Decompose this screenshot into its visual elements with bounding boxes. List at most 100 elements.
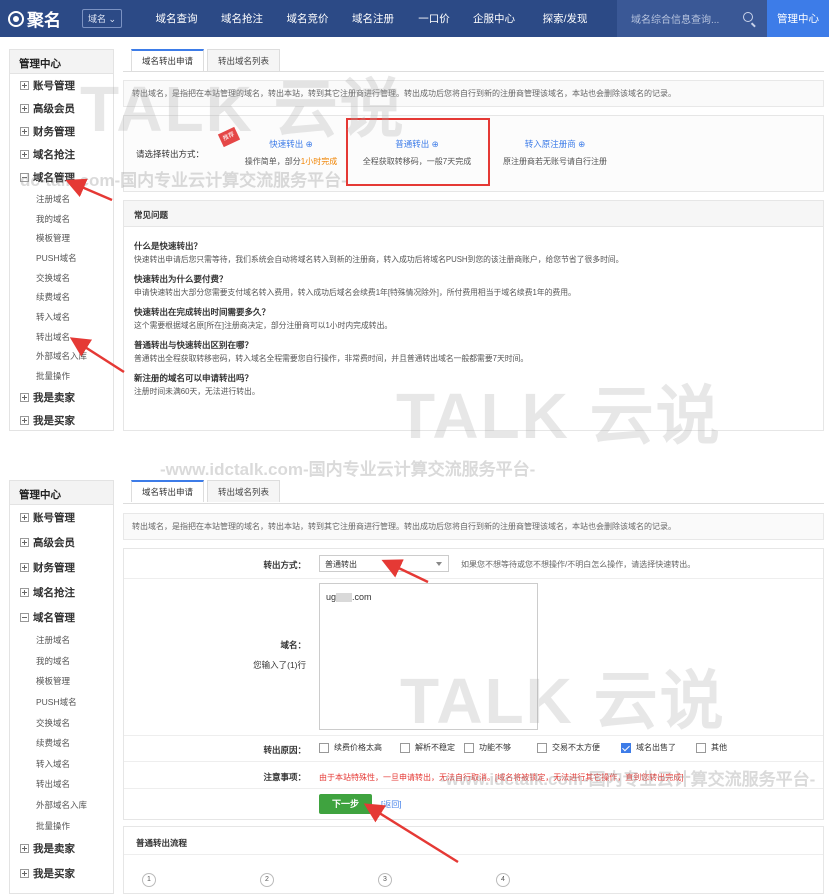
sidebar-group-label: 高级会员 (33, 537, 75, 549)
sidebar-item[interactable]: 我的域名 (10, 209, 113, 229)
transfer-method-select[interactable]: 普通转出 (319, 555, 449, 572)
nav-management-center[interactable]: 管理中心 (767, 0, 829, 37)
sidebar-group[interactable]: 财务管理 (10, 120, 113, 143)
method-hint: 如果您不想等待或您不想操作/不明白怎么操作，请选择快速转出。 (461, 560, 696, 569)
sidebar-group[interactable]: 我是卖家 (10, 386, 113, 409)
sidebar-item[interactable]: 外部域名入库 (10, 795, 113, 816)
sidebar-item[interactable]: 转出域名 (10, 327, 113, 347)
sidebar-item[interactable]: 转入域名 (10, 754, 113, 775)
watermark-url: -www.idctalk.com-国内专业云计算交流服务平台- (160, 460, 536, 479)
main-nav: 域名查询 域名抢注 域名竞价 域名注册 一口价 企服中心 探索/发现 (144, 11, 604, 26)
checkbox-icon[interactable] (400, 742, 410, 753)
sidebar-title: 管理中心 (10, 481, 113, 505)
sidebar-item[interactable]: PUSH域名 (10, 248, 113, 268)
sidebar-item[interactable]: 模板管理 (10, 228, 113, 248)
sidebar-item[interactable]: 交换域名 (10, 268, 113, 288)
reason-checkbox[interactable]: 其他 (696, 742, 727, 753)
nav-item[interactable]: 域名查询 (144, 11, 209, 26)
nav-item[interactable]: 企服中心 (462, 11, 526, 26)
checkbox-icon[interactable] (696, 742, 706, 753)
flow-step: 1 (142, 873, 162, 887)
tab-transfer-list[interactable]: 转出域名列表 (207, 480, 281, 502)
domain-type-dropdown[interactable]: 域名 ⌄ (82, 9, 123, 28)
reason-checkbox[interactable]: 域名出售了 (621, 742, 676, 753)
sidebar-item[interactable]: 转入域名 (10, 307, 113, 327)
sidebar-group[interactable]: 我是买家 (10, 409, 113, 430)
sidebar-group[interactable]: 高级会员 (10, 97, 113, 120)
option-fast-transfer[interactable]: 快速转出 ⊕ 操作简单，部分1小时完成 (226, 138, 356, 167)
sidebar-item[interactable]: 注册域名 (10, 189, 113, 209)
option-desc: 原注册商若无账号请自行注册 (503, 157, 607, 166)
nav-item[interactable]: 域名注册 (340, 11, 406, 26)
flow-step: 4 (496, 873, 516, 887)
sidebar-group[interactable]: 财务管理 (10, 555, 113, 580)
expand-icon (20, 104, 29, 113)
search-icon[interactable] (743, 12, 753, 22)
sidebar-group[interactable]: 域名管理 (10, 605, 113, 630)
back-link[interactable]: [返回] (381, 799, 401, 810)
notes-row: 注意事项： 由于本站特殊性，一旦申请转出，无法自行取消。[域名将被锁定，无法进行… (124, 762, 823, 789)
sidebar-item[interactable]: 批量操作 (10, 815, 113, 836)
domain-text: .com (352, 592, 372, 602)
nav-item[interactable]: 探索/发现 (526, 11, 604, 26)
sidebar-group[interactable]: 账号管理 (10, 74, 113, 97)
checkbox-icon[interactable] (319, 742, 329, 753)
sidebar-item[interactable]: 续费域名 (10, 733, 113, 754)
reason-row: 转出原因： 续费价格太高 解析不稳定 功能不够 交易不太方便 域名出售了 其他 (124, 736, 823, 762)
sidebar-item[interactable]: 注册域名 (10, 630, 113, 651)
sidebar-item[interactable]: 续费域名 (10, 287, 113, 307)
sidebar-group[interactable]: 域名抢注 (10, 580, 113, 605)
search-input[interactable]: 域名综合信息查询... (617, 0, 767, 37)
sidebar-group[interactable]: 我是买家 (10, 861, 113, 886)
logo-icon (8, 10, 24, 27)
nav-item[interactable]: 一口价 (406, 11, 462, 26)
sidebar-group-label: 我是买家 (33, 867, 75, 880)
faq-answer: 注册时间未满60天，无法进行转出。 (134, 387, 260, 396)
sidebar-item[interactable]: 交换域名 (10, 712, 113, 733)
sidebar-item[interactable]: 转出域名 (10, 774, 113, 795)
sidebar-group[interactable]: 我是卖家 (10, 836, 113, 861)
nav-item[interactable]: 域名抢注 (209, 11, 275, 26)
transfer-notice: 转出域名，是指把在本站管理的域名，转出本站，转到其它注册商进行管理。转出成功后您… (123, 80, 824, 107)
tab-transfer-apply[interactable]: 域名转出申请 (131, 480, 205, 502)
sidebar-title: 管理中心 (10, 50, 113, 74)
sidebar-item[interactable]: 外部域名入库 (10, 347, 113, 367)
option-original-registrar[interactable]: 转入原注册商 ⊕ 原注册商若无账号请自行注册 (490, 138, 620, 167)
sidebar-group[interactable]: 域名抢注 (10, 143, 113, 166)
reason-label-text: 交易不太方便 (552, 743, 600, 752)
reason-checkbox[interactable]: 解析不稳定 (400, 742, 455, 753)
sidebar-group[interactable]: 域名管理 (10, 166, 113, 189)
sidebar-group-label: 财务管理 (33, 562, 75, 574)
tab-transfer-apply[interactable]: 域名转出申请 (131, 49, 205, 71)
option-desc: 操作简单，部分 (244, 157, 301, 166)
step-number: 3 (378, 873, 392, 887)
sidebar-group[interactable]: 高级会员 (10, 530, 113, 555)
domain-label: 域名： (280, 640, 306, 650)
nav-item[interactable]: 域名竞价 (275, 11, 340, 26)
reason-checkbox[interactable]: 续费价格太高 (319, 742, 382, 753)
checkbox-checked-icon[interactable] (621, 742, 631, 753)
checkbox-icon[interactable] (464, 742, 474, 753)
sidebar: 管理中心 账号管理高级会员财务管理域名抢注域名管理 注册域名 我的域名 模板管理 PUSH… (9, 480, 114, 894)
site-logo[interactable]: 聚名 (0, 0, 80, 37)
domain-line-count: 您输入了(1)行 (253, 660, 306, 670)
sidebar-item[interactable]: 模板管理 (10, 671, 113, 692)
option-title: 转入原注册商 ⊕ (524, 139, 586, 149)
sidebar-group-label: 域名抢注 (33, 587, 75, 599)
faq-answer: 申请快速转出大部分您需要支付域名转入费用，转入成功后域名会续费1年[特殊情况除外… (134, 288, 576, 297)
next-step-button[interactable]: 下一步 (319, 794, 372, 814)
checkbox-icon[interactable] (537, 742, 547, 753)
reason-checkbox[interactable]: 交易不太方便 (537, 742, 600, 753)
faq-question: 快速转出在完成转出时间需要多久？ (134, 307, 271, 317)
notes-label: 注意事项： (263, 772, 306, 782)
sidebar-item[interactable]: PUSH域名 (10, 692, 113, 713)
sidebar-item[interactable]: 批量操作 (10, 366, 113, 386)
option-desc-highlight: 1小时完成 (300, 157, 338, 166)
tab-transfer-list[interactable]: 转出域名列表 (207, 49, 281, 71)
domain-textarea[interactable]: ug .com (319, 583, 538, 730)
notes-warning: 由于本站特殊性，一旦申请转出，无法自行取消。[域名将被锁定，无法进行其它操作，直… (319, 773, 684, 782)
sidebar-item[interactable]: 我的域名 (10, 651, 113, 672)
tab-bar: 域名转出申请 转出域名列表 (131, 480, 283, 502)
sidebar-group[interactable]: 账号管理 (10, 505, 113, 530)
reason-checkbox[interactable]: 功能不够 (464, 742, 511, 753)
